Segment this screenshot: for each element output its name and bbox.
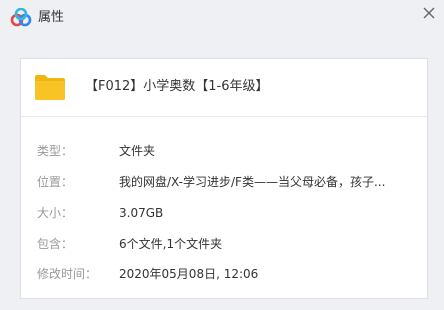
- size-value: 3.07GB: [119, 206, 164, 220]
- title-bar: 属性: [0, 0, 444, 38]
- property-row-modified: 修改时间： 2020年05月08日, 12:06: [21, 265, 427, 283]
- modified-time-value: 2020年05月08日, 12:06: [119, 267, 259, 281]
- contains-label: 包含：: [37, 237, 74, 251]
- folder-name: 【F012】小学奥数【1-6年级】: [85, 79, 269, 94]
- contains-value: 6个文件,1个文件夹: [119, 237, 223, 251]
- modified-time-label: 修改时间：: [37, 267, 98, 281]
- location-value: 我的网盘/X-学习进步/F类——当父母必备，孩子...: [119, 175, 386, 189]
- properties-window: 属性 【F012】小学奥数【1-6年级】 类型： 文件夹 位置： 我的网盘/X-…: [0, 0, 444, 310]
- property-row-location: 位置： 我的网盘/X-学习进步/F类——当父母必备，孩子...: [21, 173, 427, 191]
- properties-panel: 【F012】小学奥数【1-6年级】 类型： 文件夹 位置： 我的网盘/X-学习进…: [20, 58, 428, 299]
- baidu-netdisk-cloud-icon: [10, 7, 32, 28]
- property-row-contains: 包含： 6个文件,1个文件夹: [21, 235, 427, 253]
- window-title: 属性: [38, 10, 65, 25]
- size-label: 大小：: [37, 206, 74, 220]
- property-row-size: 大小： 3.07GB: [21, 204, 427, 222]
- folder-icon: [34, 73, 66, 101]
- property-row-type: 类型： 文件夹: [21, 142, 427, 160]
- type-label: 类型：: [37, 144, 74, 158]
- close-icon[interactable]: [420, 4, 438, 22]
- type-value: 文件夹: [119, 144, 156, 158]
- divider: [21, 116, 427, 117]
- location-label: 位置：: [37, 175, 74, 189]
